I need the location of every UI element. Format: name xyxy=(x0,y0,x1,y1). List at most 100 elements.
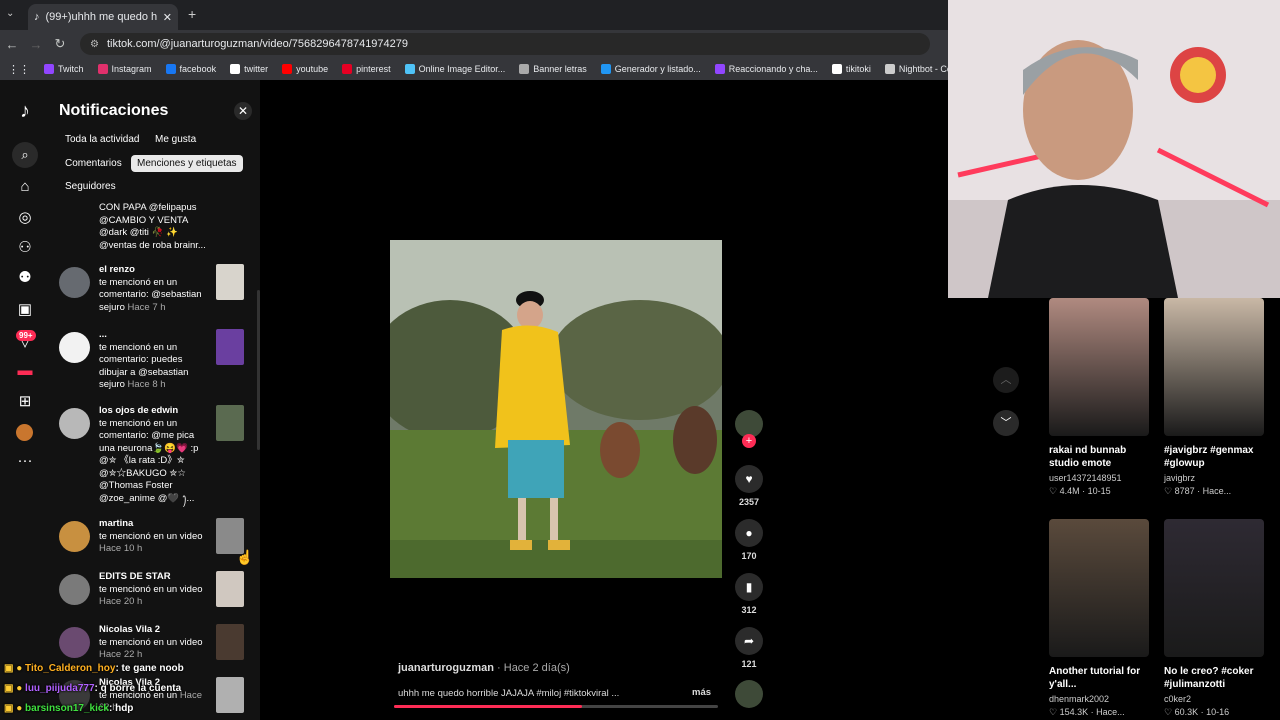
following-icon[interactable]: ⚇ xyxy=(12,238,38,260)
site-info-icon[interactable]: ⚙ xyxy=(90,39,99,50)
suggested-thumbnail[interactable] xyxy=(1049,519,1149,657)
bookmark-item[interactable]: Reaccionando y cha... xyxy=(714,64,818,74)
more-icon[interactable]: ··· xyxy=(12,452,38,474)
bookmark-item[interactable]: youtube xyxy=(282,64,328,74)
bookmark-item[interactable]: Nightbot - Comma... xyxy=(884,64,948,74)
follow-plus-icon[interactable]: + xyxy=(742,434,756,448)
suggested-title[interactable]: No le creo? #coker #julimanzotti xyxy=(1164,665,1264,691)
notification-text-block: los ojos de edwin te mencionó en un comen… xyxy=(99,405,207,505)
suggested-video-card[interactable]: Another tutorial for y'all... dhenmark200… xyxy=(1049,519,1149,718)
close-tab-icon[interactable]: ✕ xyxy=(163,11,172,24)
suggested-title[interactable]: Another tutorial for y'all... xyxy=(1049,665,1149,691)
more-link[interactable]: más xyxy=(692,687,711,698)
filter-comments[interactable]: Comentarios xyxy=(59,155,128,172)
suggested-video-card[interactable]: No le creo? #coker #julimanzotti c0ker2 ♡ … xyxy=(1164,519,1264,718)
home-icon[interactable]: ⌂ xyxy=(12,178,38,200)
suggested-video-card[interactable]: rakai nd bunnab studio emote user14372148… xyxy=(1049,298,1149,497)
tab-list-icon[interactable]: ⌄ xyxy=(6,8,14,19)
suggested-thumbnail[interactable] xyxy=(1164,519,1264,657)
bookmark-item[interactable]: Twitch xyxy=(44,64,84,74)
bookmark-item[interactable]: Banner letras xyxy=(519,64,587,74)
bookmark-item[interactable]: Online Image Editor... xyxy=(404,64,505,74)
browser-tab[interactable]: ♪ (99+)uhhh me quedo horrible J ✕ xyxy=(28,4,178,30)
notification-thumbnail[interactable] xyxy=(216,571,244,607)
share-action[interactable]: ➦ 121 xyxy=(735,627,763,669)
next-video-button[interactable]: ﹀ xyxy=(993,410,1019,436)
prev-video-button[interactable]: ︿ xyxy=(993,367,1019,393)
apps-icon[interactable]: ⋮⋮ xyxy=(8,63,30,76)
filter-all[interactable]: Toda la actividad xyxy=(59,131,146,148)
suggested-date: 10-16 xyxy=(1206,707,1230,717)
video-player[interactable] xyxy=(390,240,722,578)
heart-outline-icon: ♡ xyxy=(1049,486,1060,496)
notification-thumbnail[interactable] xyxy=(216,624,244,660)
suggested-meta: ♡ 60.3K · 10-16 xyxy=(1164,707,1264,718)
notification-user[interactable]: Nicolas Vila 2 xyxy=(99,624,207,637)
notification-avatar[interactable] xyxy=(59,627,90,658)
notification-avatar[interactable] xyxy=(59,521,90,552)
notification-avatar[interactable] xyxy=(59,267,90,298)
suggested-title[interactable]: rakai nd bunnab studio emote xyxy=(1049,444,1149,470)
tiktok-logo-icon[interactable]: ♪ xyxy=(12,100,38,122)
bookmark-item[interactable]: twitter xyxy=(230,64,268,74)
messages-icon[interactable]: ▬ xyxy=(12,362,38,384)
reload-icon[interactable]: ↻ xyxy=(48,36,72,52)
share-icon[interactable]: ➦ xyxy=(735,627,763,655)
notification-user[interactable]: martina xyxy=(99,518,207,531)
notification-thumbnail[interactable] xyxy=(216,329,244,365)
new-tab-icon[interactable]: + xyxy=(188,6,196,22)
filter-mentions[interactable]: Menciones y etiquetas xyxy=(131,155,243,172)
bookmark-item[interactable]: pinterest xyxy=(342,64,391,74)
suggested-author[interactable]: c0ker2 xyxy=(1164,694,1264,704)
tiktok-nav-rail: ♪ ⌕ ⌂ ◎ ⚇ ⚉ ▣ ▽ 99+ ▬ ⊞ ··· xyxy=(0,80,50,720)
notification-avatar[interactable] xyxy=(59,332,90,363)
notification-user[interactable]: los ojos de edwin xyxy=(99,405,207,418)
chat-message: hdp xyxy=(115,703,134,714)
forward-icon[interactable]: → xyxy=(24,37,48,52)
comment-action[interactable]: ● 170 xyxy=(735,519,763,561)
filter-followers[interactable]: Seguidores xyxy=(59,178,122,195)
live-icon[interactable]: ▣ xyxy=(12,300,38,322)
suggested-author[interactable]: user14372148951 xyxy=(1049,473,1149,483)
heart-outline-icon: ♡ xyxy=(1164,707,1175,717)
music-disc[interactable] xyxy=(735,680,763,708)
suggested-thumbnail[interactable] xyxy=(1164,298,1264,436)
video-progress-track[interactable] xyxy=(394,705,718,708)
notification-user[interactable]: el renzo xyxy=(99,264,207,277)
bookmark-item[interactable]: facebook xyxy=(165,64,216,74)
suggested-thumbnail[interactable] xyxy=(1049,298,1149,436)
like-action[interactable]: ♥ 2357 xyxy=(735,465,763,507)
chat-line: ▣ ● luu_piijuda777: q borre la cuenta xyxy=(4,683,181,694)
search-icon[interactable]: ⌕ xyxy=(12,142,38,168)
notification-avatar[interactable] xyxy=(59,408,90,439)
friends-icon[interactable]: ⚉ xyxy=(12,268,38,290)
bookmark-item[interactable]: Generador y listado... xyxy=(600,64,701,74)
notification-user[interactable]: EDITS DE STAR xyxy=(99,571,207,584)
explore-icon[interactable]: ◎ xyxy=(12,208,38,230)
chat-message: te gane noob xyxy=(121,663,184,674)
profile-avatar[interactable] xyxy=(16,424,33,441)
bookmark-icon[interactable]: ▮ xyxy=(735,573,763,601)
comment-icon[interactable]: ● xyxy=(735,519,763,547)
close-icon[interactable]: ✕ xyxy=(234,102,252,120)
notification-user[interactable]: ... xyxy=(99,329,207,342)
suggested-title[interactable]: #javigbrz #genmax #glowup xyxy=(1164,444,1264,470)
bookmark-favicon-icon xyxy=(44,64,54,74)
bookmark-favicon-icon xyxy=(97,64,108,74)
url-field[interactable]: ⚙ tiktok.com/@juanarturoguzman/video/756… xyxy=(80,33,930,55)
notification-thumbnail[interactable] xyxy=(216,264,244,300)
suggested-author[interactable]: dhenmark2002 xyxy=(1049,694,1149,704)
suggested-author[interactable]: javigbrz xyxy=(1164,473,1264,483)
notification-avatar[interactable] xyxy=(59,574,90,605)
chat-line: ▣ ● barsinson17_kick: hdp xyxy=(4,703,133,714)
back-icon[interactable]: ← xyxy=(0,37,24,52)
save-action[interactable]: ▮ 312 xyxy=(735,573,763,615)
upload-icon[interactable]: ⊞ xyxy=(12,392,38,414)
suggested-video-card[interactable]: #javigbrz #genmax #glowup javigbrz ♡ 8787 … xyxy=(1164,298,1264,497)
bookmark-item[interactable]: tikitoki xyxy=(831,64,871,74)
notification-thumbnail[interactable] xyxy=(216,405,244,441)
bookmark-item[interactable]: Instagram xyxy=(97,64,152,74)
video-author[interactable]: juanarturoguzman xyxy=(398,662,494,674)
filter-likes[interactable]: Me gusta xyxy=(149,131,202,148)
heart-icon[interactable]: ♥ xyxy=(735,465,763,493)
